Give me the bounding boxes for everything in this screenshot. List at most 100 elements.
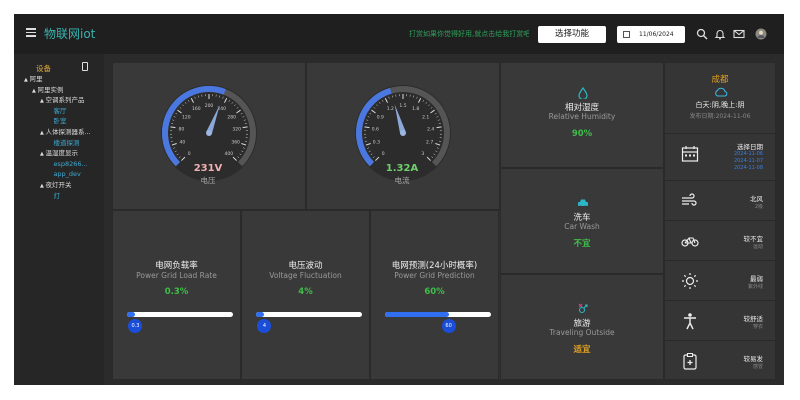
gauge-tick-label: 320 [232, 127, 241, 133]
gauge-tick-label: 40 [180, 140, 186, 146]
weather-index-item: 较易发 感冒 [665, 341, 777, 381]
weather-index-name: 北风 [750, 195, 763, 203]
tree-item[interactable]: ▲ 阿里 [24, 75, 91, 86]
life-subtitle: Car Wash [564, 222, 600, 231]
droplet-icon [578, 87, 588, 99]
slider-knob[interactable]: 4 [257, 319, 272, 333]
medical-icon [683, 353, 697, 370]
app-window: 物联网iot 打赏如果你觉得好用,就点击给我打赏吧... 选择功能 11/06/… [14, 14, 784, 385]
gauge-tick-label: 120 [182, 115, 191, 121]
weather-published: 发布日期:2024-11-06 [689, 113, 751, 120]
stat-slider[interactable] [256, 312, 362, 317]
menu-icon[interactable] [26, 28, 36, 37]
tree-item[interactable]: ▲ 楼道探测 [24, 139, 91, 150]
current-value: 1.32A [385, 163, 419, 174]
weather-index-sub: 2级 [754, 204, 763, 210]
tree-item[interactable]: ▲ 温湿度显示 [24, 149, 91, 160]
weather-condition: 白天:阴,晚上:阴 [695, 101, 745, 109]
slider-knob[interactable]: 0.3 [128, 319, 143, 333]
tree-item-label: 楼道探测 [53, 138, 80, 147]
mail-icon[interactable] [733, 28, 745, 40]
person-icon [684, 313, 696, 330]
gauge-tick-label: 3 [421, 151, 424, 157]
tree-item[interactable]: ▲ 夜灯开关 [24, 181, 91, 192]
tree-item[interactable]: ▲ 灯 [24, 192, 91, 203]
gauge-tick-label: 280 [227, 115, 236, 121]
calendar-icon [623, 31, 630, 38]
phone-icon[interactable] [82, 62, 88, 71]
weather-index-name: 最弱 [750, 275, 763, 283]
life-index-card: 旅游 Traveling Outside 适宜 [500, 274, 664, 380]
avatar[interactable] [755, 28, 767, 40]
search-icon[interactable] [696, 28, 708, 40]
tree-item[interactable]: ▲ esp8266... [24, 160, 91, 171]
weather-panel: 成都 白天:阴,晚上:阴 发布日期:2024-11-06 选择日期 2024-1… [664, 62, 777, 381]
stat-slider[interactable] [127, 312, 233, 317]
date-select-title: 选择日期 [737, 143, 763, 151]
slider-fill [127, 312, 136, 317]
tree-item-label: 温湿度显示 [45, 149, 78, 158]
tree-item-label: 夜灯开关 [45, 180, 72, 189]
device-tree: ▲ 阿里▲ 阿里实例▲ 空调系列产品▲ 客厅▲ 卧室▲ 人体探测器系...▲ 楼… [24, 75, 91, 202]
date-option[interactable]: 2024-11-06 [703, 151, 763, 157]
slider-fill [385, 312, 449, 317]
tree-item-label: 阿里实例 [37, 85, 64, 94]
stat-value: 60% [424, 287, 445, 297]
tree-item[interactable]: ▲ 人体探测器系... [24, 128, 91, 139]
current-gauge: 00.3 0.6 0.91.2 1.5 1.82.1 2.4 2.73 [355, 85, 451, 181]
slider-knob[interactable]: 60 [441, 319, 456, 333]
date-value: 11/06/2024 [639, 31, 674, 38]
tree-item[interactable]: ▲ 卧室 [24, 117, 91, 128]
current-gauge-card: 0 0.3 0.6 0.9 1.2 1.5 1.8 2.1 2.4 2.7 3 1.32A 电流 [306, 62, 500, 210]
gauge-tick-label: 1.5 [399, 103, 406, 109]
stat-slider[interactable] [385, 312, 491, 317]
gauge-tick-label: 200 [205, 103, 214, 109]
gauge-tick-label: 1.8 [412, 106, 419, 112]
slider-fill [256, 312, 265, 317]
stat-title: 电压波动 [288, 261, 323, 271]
gauge-tick-label: 0 [188, 151, 191, 157]
voltage-value: 231V [193, 163, 223, 174]
wind-icon [682, 193, 697, 206]
tree-item[interactable]: ▲ 阿里实例 [24, 86, 91, 97]
life-subtitle: Relative Humidity [548, 112, 616, 121]
gauge-tick-label: 160 [192, 106, 201, 112]
weather-index-item: 较舒适 穿衣 [665, 301, 777, 341]
gauge-hub [400, 130, 406, 136]
date-option[interactable]: 2024-11-08 [703, 165, 763, 171]
select-function-button[interactable]: 选择功能 [538, 26, 606, 43]
gauge-tick-label: 80 [178, 127, 184, 133]
life-subtitle: Traveling Outside [549, 328, 615, 337]
weather-index-item: 较不宜 运动 [665, 221, 777, 261]
gauge-tick-label: 360 [231, 140, 240, 146]
date-option[interactable]: 2024-11-07 [703, 158, 763, 164]
weather-index-item: 最弱 紫外线 [665, 261, 777, 301]
donate-notice[interactable]: 打赏如果你觉得好用,就点击给我打赏吧... [409, 29, 529, 39]
tree-item[interactable]: ▲ app_dev [24, 170, 91, 181]
calendar-icon [681, 146, 699, 162]
weather-index-item: 北风 2级 [665, 181, 777, 221]
life-value: 不宜 [573, 239, 591, 249]
stat-title: 电网负载率 [155, 261, 198, 271]
date-select-item[interactable]: 选择日期 2024-11-06 2024-11-07 2024-11-08 [665, 133, 777, 181]
date-picker[interactable]: 11/06/2024 [617, 26, 685, 43]
weather-index-sub: 穿衣 [752, 324, 763, 330]
stat-title: 电网预测(24小时概率) [391, 261, 478, 271]
voltage-gauge: 040 80 120160 200240280 320 360 400 [161, 85, 257, 181]
tree-item-label: 客厅 [53, 106, 67, 115]
stat-card: 电网负载率 Power Grid Load Rate 0.3% 0.3 [112, 210, 241, 380]
life-value: 适宜 [573, 345, 591, 355]
weather-index-sub: 运动 [752, 244, 763, 250]
sun-icon [682, 273, 698, 289]
stat-subtitle: Power Grid Load Rate [136, 271, 217, 280]
gauge-tick-label: 2.4 [427, 127, 434, 133]
tree-item[interactable]: ▲ 空调系列产品 [24, 96, 91, 107]
tree-item[interactable]: ▲ 客厅 [24, 107, 91, 118]
weather-index-sub: 紫外线 [747, 284, 763, 290]
gauge-tick-label: 2.1 [422, 115, 429, 121]
bicycle-icon [681, 237, 699, 247]
weather-city: 成都 [711, 75, 729, 85]
tree-item-label: esp8266... [53, 159, 88, 168]
stat-card: 电网预测(24小时概率) Power Grid Prediction 60% 6… [370, 210, 499, 380]
bell-icon[interactable] [714, 28, 726, 40]
